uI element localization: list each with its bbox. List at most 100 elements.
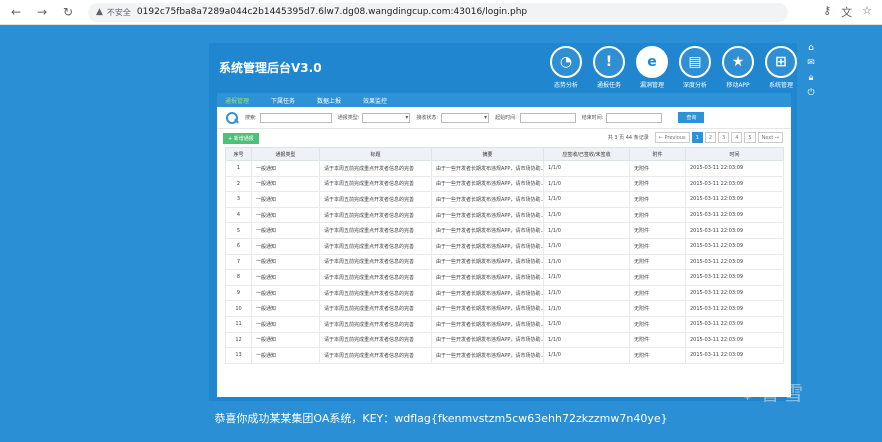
page-button-1[interactable]: 1 [691, 132, 703, 143]
table-toolbar: + 新增通报 共 3 页 44 条记录 ← Previous 1 2 3 4 5 Next… [217, 129, 791, 147]
topnav-item-5[interactable]: ⊞ 系统管理 [760, 46, 802, 92]
table-row[interactable]: 13 一般通知 请于本周五前完成重点开发者信息的完善 由于一些开发者长期发布违规APP… [225, 347, 784, 364]
column-header: 标题 [319, 147, 432, 161]
tab-0[interactable]: 通报管理 [225, 96, 249, 105]
table-row[interactable]: 5 一般通知 请于本周五前完成重点开发者信息的完善 由于一些开发者长期发布违规APP，… [225, 222, 784, 239]
tab-1[interactable]: 下属任务 [271, 96, 295, 105]
url-text[interactable]: 0192c75fba8a7289a044c2b1445395d7.6lw7.dg… [137, 7, 527, 17]
tab-2[interactable]: 数据上报 [317, 96, 341, 105]
pie-chart-icon: ◔ [550, 46, 582, 78]
topnav-label: 系统管理 [768, 82, 793, 89]
table-cell: 由于一些开发者长期发布违规APP，请市场协助... [431, 206, 544, 224]
topnav-item-0[interactable]: ◔ 态势分析 [545, 46, 587, 92]
table-row[interactable]: 1 一般通知 请于本周五前完成重点开发者信息的完善 由于一些开发者长期发布违规APP，… [225, 160, 784, 177]
topnav-item-4[interactable]: ★ 移动APP [717, 46, 759, 92]
filter-bar: 搜索: 通报类型: 接收状态: 起始时间: 结束时间: 查询 [217, 107, 791, 129]
page-background: 系统管理后台V3.0 ◔ 态势分析! 通报任务 e 漏洞管理 ▤ 深度分析 ★ 移动APP ⊞ 系统… [0, 25, 882, 442]
reload-icon[interactable]: ↻ [58, 2, 78, 22]
table-cell: 2015-03-11 22:03:09 [685, 191, 784, 208]
column-header: 通报类型 [251, 147, 320, 161]
table-cell: 由于一些开发者长期发布违规APP，请市场协助... [431, 300, 544, 317]
topnav-item-3[interactable]: ▤ 深度分析 [674, 46, 716, 92]
column-header: 序号 [225, 147, 252, 161]
search-input[interactable] [259, 112, 332, 123]
watermark-text: 看雪 [759, 381, 808, 405]
forward-icon[interactable]: → [32, 2, 52, 22]
table-row[interactable]: 3 一般通知 请于本周五前完成重点开发者信息的完善 由于一些开发者长期发布违规APP，… [225, 191, 784, 208]
table-row[interactable]: 6 一般通知 请于本周五前完成重点开发者信息的完善 由于一些开发者长期发布违规APP，… [225, 237, 784, 255]
table-cell: 由于一些开发者长期发布违规APP，请市场协助... [431, 347, 544, 364]
table-cell: 10 [225, 300, 252, 317]
table-cell: 1/1/0 [543, 300, 630, 317]
table-row[interactable]: 4 一般通知 请于本周五前完成重点开发者信息的完善 由于一些开发者长期发布违规APP，… [225, 206, 784, 224]
page-button-5[interactable]: 5 [744, 132, 756, 143]
query-button[interactable]: 查询 [678, 112, 705, 123]
table-cell: 5 [225, 222, 252, 239]
column-header: 时间 [685, 147, 784, 161]
type-select[interactable] [362, 112, 411, 123]
table-cell: 2015-03-11 22:03:09 [685, 160, 784, 177]
bookmark-star-icon[interactable]: ☆ [862, 4, 872, 20]
power-icon[interactable]: ⏻ [807, 88, 814, 98]
page-summary: 共 3 页 44 条记录 [607, 135, 649, 141]
table-cell: 请于本周五前完成重点开发者信息的完善 [319, 160, 432, 177]
monitor-icon: ▤ [679, 46, 711, 78]
not-secure-label[interactable]: 不安全 [107, 7, 131, 18]
top-navigation: ◔ 态势分析! 通报任务 e 漏洞管理 ▤ 深度分析 ★ 移动APP ⊞ 系统管理 [545, 46, 803, 92]
table-cell: 由于一些开发者长期发布违规APP，请市场协助... [431, 191, 544, 208]
topnav-item-1[interactable]: ! 通报任务 [588, 46, 630, 92]
table-cell: 无附件 [629, 284, 686, 302]
table-cell: 1/1/0 [543, 269, 630, 286]
table-cell: 4 [225, 206, 252, 224]
notice-table: 序号 通报类型 标题 摘要 应签收/已签收/未签收 附件 时间 1 一般通知 请于本周五前完成重… [225, 147, 784, 364]
table-cell: 无附件 [629, 191, 686, 208]
end-time-label: 结束时间: [581, 115, 604, 121]
success-message: 恭喜你成功某某集团OA系统，KEY：wdflag{fkenmvstzm5cw63… [214, 412, 668, 425]
table-cell: 8 [225, 269, 252, 286]
topnav-label: 深度分析 [682, 82, 707, 89]
table-row[interactable]: 10 一般通知 请于本周五前完成重点开发者信息的完善 由于一些开发者长期发布违规APP… [225, 300, 784, 317]
table-row[interactable]: 2 一般通知 请于本周五前完成重点开发者信息的完善 由于一些开发者长期发布违规APP，… [225, 175, 784, 193]
translate-icon[interactable]: 文 [841, 4, 852, 20]
table-row[interactable]: 11 一般通知 请于本周五前完成重点开发者信息的完善 由于一些开发者长期发布违规APP… [225, 315, 784, 333]
page-button-4[interactable]: 4 [731, 132, 743, 143]
next-page-button[interactable]: Next → [757, 132, 783, 143]
address-bar[interactable]: ▲ 不安全 0192c75fba8a7289a044c2b1445395d7.6… [88, 2, 788, 22]
previous-page-button[interactable]: ← Previous [654, 132, 690, 143]
table-cell: 一般通知 [251, 315, 320, 333]
column-header: 应签收/已签收/未签收 [543, 147, 630, 161]
lock-icon[interactable]: 🔒︎ [809, 73, 814, 83]
table-row[interactable]: 8 一般通知 请于本周五前完成重点开发者信息的完善 由于一些开发者长期发布违规APP，… [225, 269, 784, 286]
add-notice-button[interactable]: + 新增通报 [223, 132, 259, 144]
end-time-input[interactable] [606, 112, 663, 123]
table-cell: 无附件 [629, 237, 686, 255]
watermark: ❄看雪 [740, 377, 807, 406]
warning-icon: ! [593, 46, 625, 78]
start-time-input[interactable] [519, 112, 576, 123]
page-button-3[interactable]: 3 [718, 132, 730, 143]
table-row[interactable]: 12 一般通知 请于本周五前完成重点开发者信息的完善 由于一些开发者长期发布违规APP… [225, 331, 784, 349]
tab-3[interactable]: 效果监控 [363, 96, 387, 105]
home-icon[interactable]: ⌂ [808, 43, 814, 53]
status-select[interactable] [441, 112, 490, 123]
table-cell: 2015-03-11 22:03:09 [685, 300, 784, 317]
key-icon[interactable]: ⚷ [823, 4, 831, 20]
table-cell: 无附件 [629, 347, 686, 364]
table-cell: 1/1/0 [543, 237, 630, 255]
table-cell: 请于本周五前完成重点开发者信息的完善 [319, 331, 432, 349]
topnav-item-2[interactable]: e 漏洞管理 [631, 46, 673, 92]
warning-icon[interactable]: ▲ [96, 7, 103, 17]
table-body: 1 一般通知 请于本周五前完成重点开发者信息的完善 由于一些开发者长期发布违规APP，… [225, 160, 784, 364]
table-cell: 1/1/0 [543, 331, 630, 349]
table-cell: 无附件 [629, 300, 686, 317]
table-row[interactable]: 9 一般通知 请于本周五前完成重点开发者信息的完善 由于一些开发者长期发布违规APP，… [225, 284, 784, 302]
back-icon[interactable]: ← [6, 2, 26, 22]
table-cell: 请于本周五前完成重点开发者信息的完善 [319, 253, 432, 271]
snowflake-icon: ❄ [740, 384, 760, 405]
table-row[interactable]: 7 一般通知 请于本周五前完成重点开发者信息的完善 由于一些开发者长期发布违规APP，… [225, 253, 784, 271]
status-label: 接收状态: [416, 115, 439, 121]
mail-icon[interactable]: ✉ [807, 58, 815, 68]
page-button-2[interactable]: 2 [704, 132, 716, 143]
table-cell: 一般通知 [251, 284, 320, 302]
table-cell: 1/1/0 [543, 284, 630, 302]
